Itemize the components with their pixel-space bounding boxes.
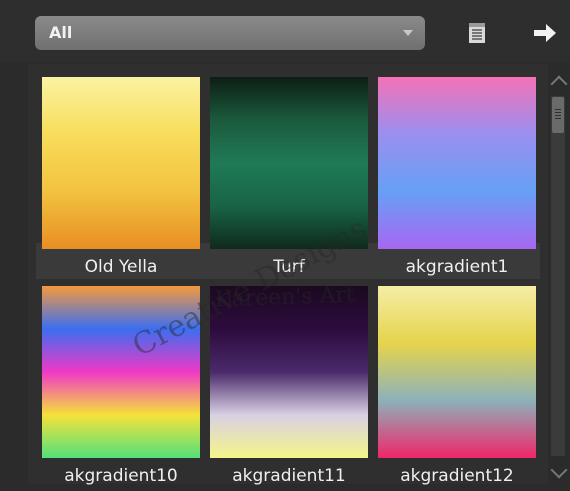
gradient-swatch[interactable] xyxy=(42,77,200,249)
filter-dropdown[interactable]: All xyxy=(35,16,425,50)
gradient-name: akgradient10 xyxy=(64,466,178,486)
gradient-tile[interactable]: akgradient11 xyxy=(210,286,368,486)
scroll-down-icon[interactable] xyxy=(550,461,568,479)
gradient-swatch[interactable] xyxy=(42,286,200,458)
gradient-name: akgradient11 xyxy=(232,466,346,486)
gradient-name: akgradient12 xyxy=(400,466,514,486)
gradient-name: Old Yella xyxy=(84,257,158,277)
filter-selected-value: All xyxy=(49,23,73,42)
gradient-tile[interactable]: Old Yella xyxy=(42,77,200,277)
gradient-name: Turf xyxy=(273,257,305,277)
gradient-tile[interactable]: Turf xyxy=(210,77,368,277)
gradient-swatch[interactable] xyxy=(210,77,368,249)
gradient-name: akgradient1 xyxy=(405,257,509,277)
gradient-swatch[interactable] xyxy=(378,77,536,249)
chevron-down-icon[interactable] xyxy=(403,30,413,36)
gradient-tile[interactable]: akgradient12 xyxy=(378,286,536,486)
toolbar: All xyxy=(0,0,570,62)
scroll-thumb[interactable] xyxy=(552,97,564,133)
scrollbar[interactable] xyxy=(548,64,570,484)
scroll-track[interactable] xyxy=(551,96,565,456)
gradient-tile[interactable]: akgradient1 xyxy=(378,77,536,277)
scroll-up-icon[interactable] xyxy=(550,75,568,93)
arrow-right-icon[interactable] xyxy=(532,22,558,44)
document-icon[interactable] xyxy=(467,22,487,44)
gradient-swatch[interactable] xyxy=(378,286,536,458)
gradient-tile[interactable]: akgradient10 xyxy=(42,286,200,486)
gradient-swatch[interactable] xyxy=(210,286,368,458)
